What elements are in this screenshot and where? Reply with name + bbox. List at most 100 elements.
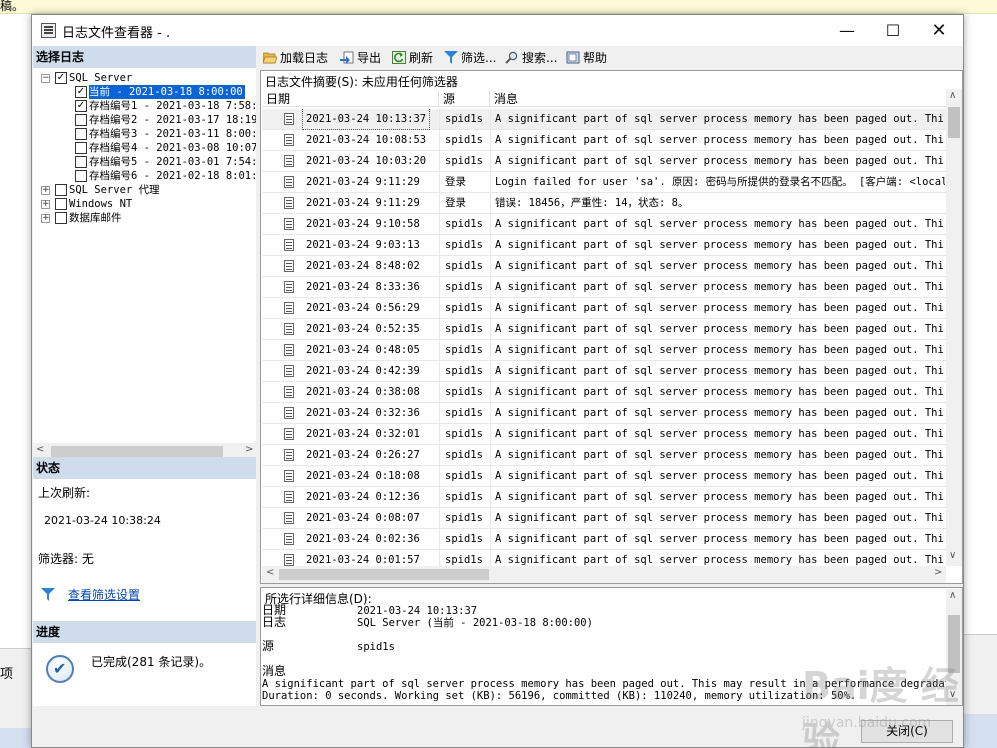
tree-item-checkbox[interactable] bbox=[55, 184, 67, 196]
log-entry-icon bbox=[284, 407, 294, 419]
export-button[interactable]: 导出 bbox=[340, 50, 381, 68]
table-row[interactable]: 2021-03-24 0:52:35 spid1s A significant pa… bbox=[262, 319, 946, 340]
collapse-icon[interactable]: − bbox=[41, 74, 50, 83]
tree-item-checkbox[interactable]: ✓ bbox=[75, 86, 87, 98]
table-row[interactable]: 2021-03-24 10:03:20 spid1s A significant p… bbox=[262, 151, 946, 172]
refresh-label: 刷新 bbox=[409, 51, 434, 65]
table-row[interactable]: 2021-03-24 0:12:36 spid1s A significant pa… bbox=[262, 487, 946, 508]
tree-item-checkbox[interactable] bbox=[75, 128, 87, 140]
table-row[interactable]: 2021-03-24 0:48:05 spid1s A significant pa… bbox=[262, 340, 946, 361]
load-log-button[interactable]: 加载日志 bbox=[263, 50, 328, 68]
table-row[interactable]: 2021-03-24 8:48:02 spid1s A significant pa… bbox=[262, 256, 946, 277]
cell-source: 登录 bbox=[445, 176, 466, 188]
view-filter-settings-link[interactable]: 查看筛选设置 bbox=[68, 586, 140, 603]
tree-item[interactable]: + 数据库邮件 bbox=[33, 211, 256, 225]
table-row[interactable]: 2021-03-24 9:03:13 spid1s A significant pa… bbox=[262, 235, 946, 256]
tree-item[interactable]: 存档编号4 - 2021-03-08 10:07 bbox=[33, 141, 256, 155]
scrollbar-thumb[interactable] bbox=[51, 446, 223, 457]
scroll-up-arrow-icon[interactable]: ∧ bbox=[949, 90, 956, 101]
cell-date: 2021-03-24 10:13:37 bbox=[301, 109, 431, 130]
table-row[interactable]: 2021-03-24 0:38:08 spid1s A significant pa… bbox=[262, 382, 946, 403]
scrollbar-thumb[interactable] bbox=[948, 107, 960, 138]
watermark-url: jingyan.baidu.com bbox=[802, 715, 932, 731]
table-row[interactable]: 2021-03-24 0:56:29 spid1s A significant pa… bbox=[262, 298, 946, 319]
filter-label: 筛选... bbox=[461, 51, 497, 65]
tree-item[interactable]: ✓ 当前 - 2021-03-18 8:00:00 bbox=[33, 84, 256, 100]
log-viewer-app-icon bbox=[41, 23, 56, 38]
table-row[interactable]: 2021-03-24 8:33:36 spid1s A significant pa… bbox=[262, 277, 946, 298]
scroll-up-arrow-icon[interactable]: ∧ bbox=[949, 590, 956, 601]
table-row[interactable]: 2021-03-24 10:08:53 spid1s A significant p… bbox=[262, 130, 946, 151]
cell-source: spid1s bbox=[445, 281, 483, 293]
tree-item-checkbox[interactable]: ✓ bbox=[55, 72, 67, 84]
cell-message: A significant part of sql server process… bbox=[495, 365, 945, 377]
cell-date: 2021-03-24 0:12:36 bbox=[306, 491, 420, 503]
table-row[interactable]: 2021-03-24 0:08:07 spid1s A significant pa… bbox=[262, 508, 946, 529]
log-entry-icon bbox=[284, 281, 294, 293]
table-row[interactable]: 2021-03-24 9:11:29 登录 错误: 18456，严重性: 14，状态… bbox=[262, 193, 946, 214]
tree-item[interactable]: 存档编号2 - 2021-03-17 18:19 bbox=[33, 113, 256, 127]
help-button[interactable]: 帮助 bbox=[566, 50, 607, 68]
tree-item-checkbox[interactable] bbox=[75, 114, 87, 126]
filter-button[interactable]: 筛选... bbox=[444, 50, 496, 68]
tree-item[interactable]: 存档编号3 - 2021-03-11 8:00: bbox=[33, 127, 256, 141]
tree-item[interactable]: + Windows NT bbox=[33, 197, 256, 211]
table-row[interactable]: 2021-03-24 0:18:08 spid1s A significant pa… bbox=[262, 466, 946, 487]
scroll-down-arrow-icon[interactable]: ∨ bbox=[949, 550, 956, 561]
tree-item[interactable]: 存档编号5 - 2021-03-01 7:54: bbox=[33, 155, 256, 169]
scroll-left-arrow-icon[interactable]: < bbox=[266, 567, 274, 578]
cell-message: A significant part of sql server process… bbox=[495, 512, 945, 524]
cell-date: 2021-03-24 0:42:39 bbox=[306, 365, 420, 377]
search-button[interactable]: 搜索... bbox=[505, 50, 557, 68]
table-row[interactable]: 2021-03-24 0:26:27 spid1s A significant pa… bbox=[262, 445, 946, 466]
toolbar: 加载日志 导出 刷新 筛选... 搜索... 帮助 bbox=[260, 46, 963, 70]
expand-icon[interactable]: + bbox=[41, 214, 50, 223]
close-window-button[interactable]: ✕ bbox=[916, 15, 962, 46]
last-refresh-value: 2021-03-24 10:38:24 bbox=[44, 514, 161, 527]
column-header-date[interactable]: 日期 bbox=[266, 90, 290, 107]
scroll-right-arrow-icon[interactable]: > bbox=[245, 444, 253, 455]
table-row[interactable]: 2021-03-24 9:10:58 spid1s A significant pa… bbox=[262, 214, 946, 235]
watermark-logo: Bai度 经验 bbox=[802, 664, 959, 748]
tree-item[interactable]: 存档编号6 - 2021-02-18 8:01: bbox=[33, 169, 256, 183]
log-file-viewer-window: 日志文件查看器 - . — ☐ ✕ 选择日志 − ✓ SQL Server ✓ 当前 -… bbox=[31, 14, 964, 748]
detail-message-line-2: Duration: 0 seconds. Working set (KB): 5… bbox=[262, 690, 857, 702]
tree-item[interactable]: + SQL Server 代理 bbox=[33, 183, 256, 197]
cell-date: 2021-03-24 9:11:29 bbox=[306, 197, 420, 209]
tree-item[interactable]: ✓ 存档编号1 - 2021-03-18 7:58: bbox=[33, 99, 256, 113]
log-entry-icon bbox=[284, 323, 294, 335]
minimize-button[interactable]: — bbox=[824, 15, 870, 46]
column-header-message[interactable]: 消息 bbox=[494, 90, 518, 107]
tree-item-checkbox[interactable]: ✓ bbox=[75, 100, 87, 112]
table-row[interactable]: 2021-03-24 0:02:36 spid1s A significant pa… bbox=[262, 529, 946, 550]
tree-item-checkbox[interactable] bbox=[75, 156, 87, 168]
tree-item-checkbox[interactable] bbox=[55, 212, 67, 224]
table-row[interactable]: 2021-03-24 0:32:36 spid1s A significant pa… bbox=[262, 403, 946, 424]
log-horizontal-scrollbar[interactable]: < > bbox=[262, 566, 946, 583]
baidu-jingyan-watermark: Bai度 经验 jingyan.baidu.com bbox=[802, 655, 992, 748]
scroll-left-arrow-icon[interactable]: < bbox=[36, 444, 44, 455]
tree-item-checkbox[interactable] bbox=[75, 142, 87, 154]
filter-icon bbox=[444, 51, 458, 64]
refresh-button[interactable]: 刷新 bbox=[392, 50, 433, 68]
expand-icon[interactable]: + bbox=[41, 186, 50, 195]
expand-icon[interactable]: + bbox=[41, 200, 50, 209]
log-entry-icon bbox=[284, 533, 294, 545]
tree-item[interactable]: − ✓ SQL Server bbox=[33, 71, 256, 85]
table-row[interactable]: 2021-03-24 0:32:01 spid1s A significant pa… bbox=[262, 424, 946, 445]
maximize-button[interactable]: ☐ bbox=[870, 15, 916, 46]
table-row[interactable]: 2021-03-24 10:13:37 spid1s A significant p… bbox=[262, 109, 946, 130]
column-header-source[interactable]: 源 bbox=[443, 90, 455, 107]
cell-message: A significant part of sql server process… bbox=[495, 470, 945, 482]
table-row[interactable]: 2021-03-24 0:42:39 spid1s A significant pa… bbox=[262, 361, 946, 382]
log-vertical-scrollbar[interactable]: ∧ ∨ bbox=[946, 89, 962, 566]
export-icon bbox=[340, 51, 354, 64]
tree-item-checkbox[interactable] bbox=[55, 198, 67, 210]
table-row[interactable]: 2021-03-24 0:01:57 spid1s A significant pa… bbox=[262, 550, 946, 566]
scrollbar-thumb[interactable] bbox=[279, 569, 489, 580]
scroll-right-arrow-icon[interactable]: > bbox=[934, 567, 942, 578]
cell-date: 2021-03-24 10:03:20 bbox=[306, 155, 427, 167]
detail-log-label: 日志 bbox=[262, 615, 287, 629]
tree-item-checkbox[interactable] bbox=[75, 170, 87, 182]
table-row[interactable]: 2021-03-24 9:11:29 登录 Login failed for use… bbox=[262, 172, 946, 193]
